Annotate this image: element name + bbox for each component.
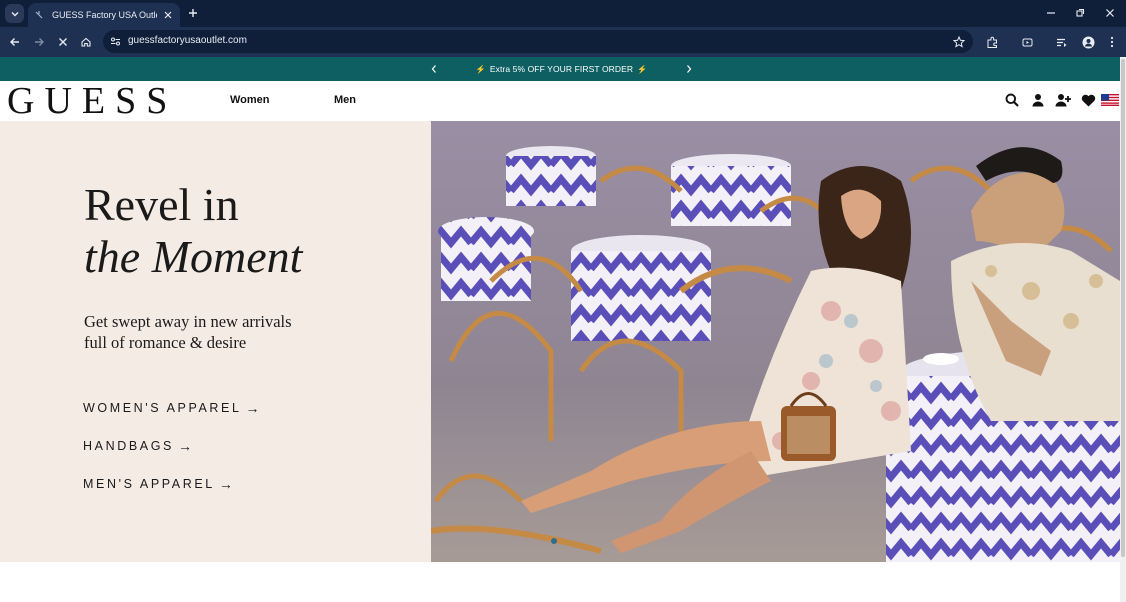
cta-label: MEN'S APPAREL: [83, 477, 215, 491]
home-icon[interactable]: [78, 34, 94, 50]
chevron-right-icon[interactable]: [683, 62, 695, 76]
cafe-couple-photo: [431, 121, 1120, 562]
headline-line-2: the Moment: [84, 231, 303, 282]
minimize-icon[interactable]: [1044, 6, 1058, 20]
carousel-indicator-dot[interactable]: [551, 538, 557, 544]
address-bar[interactable]: guessfactoryusaoutlet.com: [103, 30, 973, 53]
hero-headline: Revel in the Moment: [84, 179, 302, 283]
new-tab-plus-icon[interactable]: [186, 6, 200, 20]
site-info-icon[interactable]: [109, 35, 122, 48]
promo-message[interactable]: ⚡ Extra 5% OFF YOUR FIRST ORDER ⚡: [440, 64, 683, 74]
tab-title: GUESS Factory USA Outlet - Gu: [52, 10, 157, 20]
cta-label: WOMEN'S APPAREL: [83, 401, 242, 415]
arrow-right-icon: →: [245, 400, 260, 416]
chevron-left-icon[interactable]: [428, 62, 440, 76]
browser-tab-strip: GUESS Factory USA Outlet - Gu: [0, 0, 1126, 27]
subhead-line-2: full of romance & desire: [84, 333, 247, 352]
arrow-right-icon: →: [177, 438, 192, 454]
url-text[interactable]: guessfactoryusaoutlet.com: [128, 35, 247, 46]
arrow-right-icon: →: [218, 476, 233, 492]
search-icon[interactable]: [1004, 92, 1020, 108]
promo-text: Extra 5% OFF YOUR FIRST ORDER: [489, 64, 634, 74]
restore-icon[interactable]: [1073, 6, 1087, 20]
account-icon[interactable]: [1030, 92, 1046, 108]
cta-handbags[interactable]: HANDBAGS →: [83, 438, 192, 454]
nav-men[interactable]: Men: [334, 94, 356, 106]
cta-label: HANDBAGS: [83, 439, 174, 453]
scrollbar-thumb[interactable]: [1121, 59, 1125, 557]
us-flag-icon[interactable]: [1101, 92, 1119, 108]
profile-avatar-icon[interactable]: [1080, 34, 1096, 50]
close-icon[interactable]: [163, 9, 174, 21]
hero-image[interactable]: [431, 121, 1120, 562]
headline-line-1: Revel in: [84, 179, 239, 230]
stop-loading-icon[interactable]: [55, 34, 71, 50]
browser-toolbar: guessfactoryusaoutlet.com: [0, 27, 1126, 57]
promo-banner: ⚡ Extra 5% OFF YOUR FIRST ORDER ⚡: [0, 57, 1120, 81]
media-controls-icon[interactable]: [1019, 34, 1035, 50]
guess-favicon-icon: [34, 10, 44, 20]
cta-mens-apparel[interactable]: MEN'S APPAREL →: [83, 476, 233, 492]
chevron-down-icon: [11, 11, 18, 16]
forward-arrow-icon[interactable]: [31, 34, 47, 50]
hero-subhead: Get swept away in new arrivals full of r…: [84, 311, 384, 353]
reading-list-icon[interactable]: [1053, 34, 1069, 50]
sparkle-icon: ⚡: [475, 64, 486, 74]
nav-women[interactable]: Women: [230, 94, 270, 106]
back-arrow-icon[interactable]: [7, 34, 23, 50]
browser-tab-active[interactable]: GUESS Factory USA Outlet - Gu: [28, 3, 180, 27]
page-below-fold: [0, 562, 1120, 602]
extensions-icon[interactable]: [984, 34, 1000, 50]
subhead-line-1: Get swept away in new arrivals: [84, 312, 292, 331]
page-scrollbar[interactable]: [1120, 57, 1126, 602]
site-header: GUESS Women Men: [0, 81, 1120, 121]
sparkle-icon: ⚡: [637, 64, 648, 74]
add-user-icon[interactable]: [1055, 92, 1071, 108]
bookmark-star-icon[interactable]: [952, 35, 965, 48]
hero-text-panel: Revel in the Moment Get swept away in ne…: [0, 121, 431, 562]
window-close-icon[interactable]: [1103, 6, 1117, 20]
tab-search-button[interactable]: [5, 4, 24, 23]
guess-logo[interactable]: GUESS: [7, 82, 177, 120]
browser-menu-icon[interactable]: [1104, 34, 1120, 50]
wishlist-heart-icon[interactable]: [1080, 92, 1096, 108]
cta-womens-apparel[interactable]: WOMEN'S APPAREL →: [83, 400, 260, 416]
